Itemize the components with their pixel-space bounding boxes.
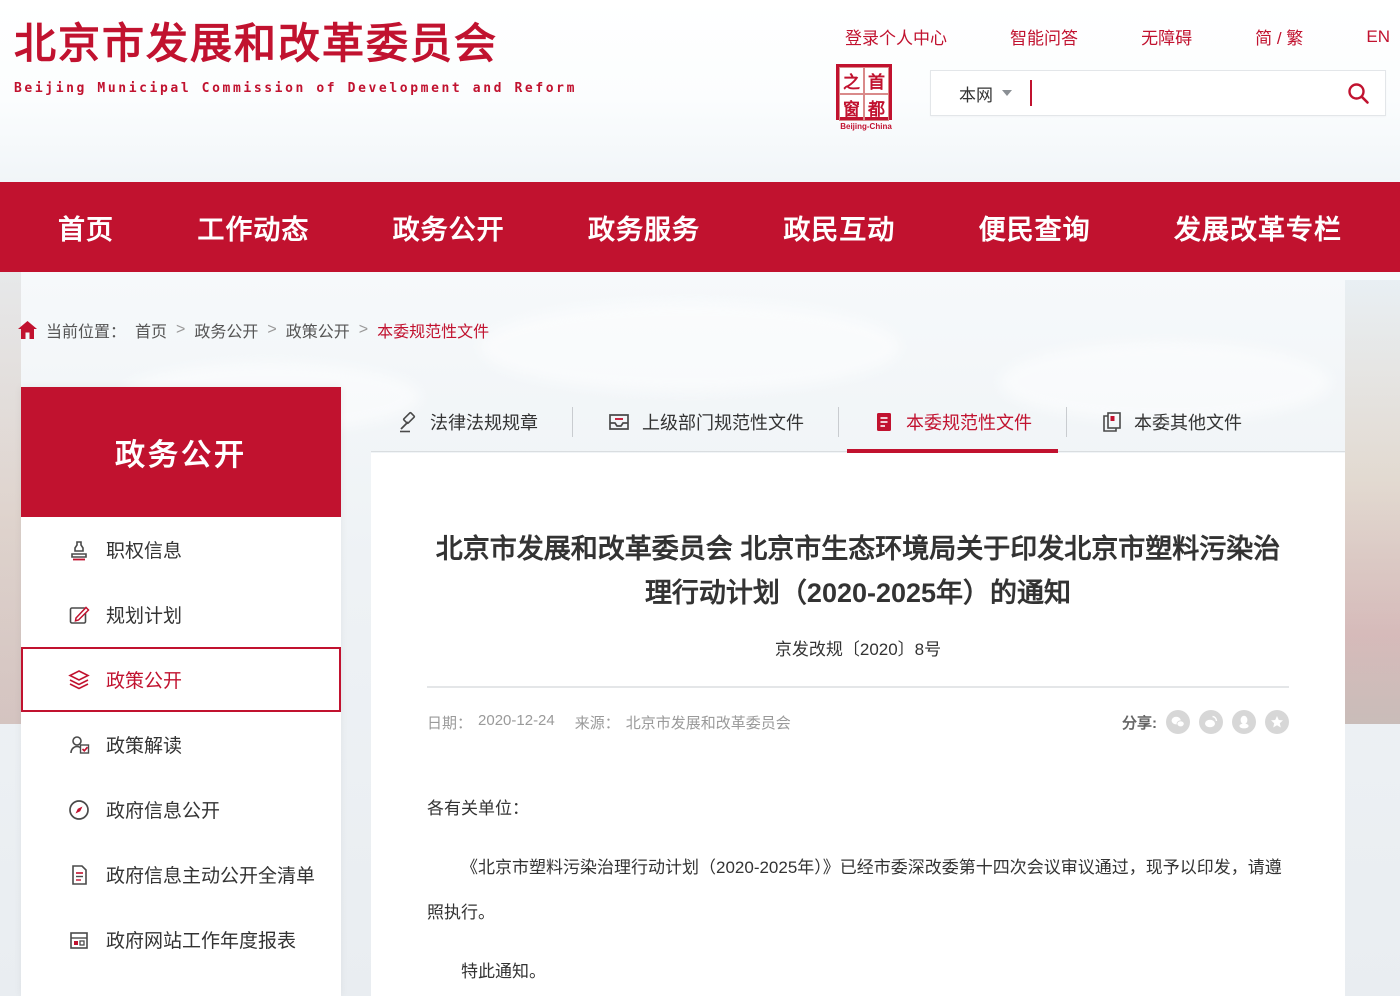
breadcrumb-gov-disclosure[interactable]: 政务公开 — [194, 318, 258, 342]
seal-caption: Beijing-China — [836, 122, 896, 131]
site-title: 北京市发展和改革委员会 — [14, 16, 577, 73]
sidebar-item-plans[interactable]: 规划计划 — [21, 582, 341, 647]
search-input[interactable] — [1032, 71, 1331, 115]
seal-char: 首 — [864, 67, 889, 94]
document-type-tabs: 法律法规规章 上级部门规范性文件 本委规范性文件 — [371, 392, 1345, 452]
source-label: 来源： — [575, 712, 620, 733]
date-label: 日期： — [427, 712, 472, 733]
tab-superior-normative-docs[interactable]: 上级部门规范性文件 — [581, 392, 830, 451]
share-toolbar: 分享: — [1122, 710, 1289, 734]
search-scope-label: 本网 — [959, 81, 993, 106]
sidebar-item-authority-info[interactable]: 职权信息 — [21, 517, 341, 582]
tab-divider — [838, 407, 839, 437]
sidebar-item-proactive-disclosure-list[interactable]: 政府信息主动公开全清单 — [21, 842, 341, 907]
top-links: 登录个人中心 智能问答 无障碍 简 / 繁 EN — [845, 24, 1390, 49]
seal-char: 之 — [839, 67, 864, 94]
article-body: 各有关单位： 《北京市塑料污染治理行动计划（2020-2025年）》已经市委深改… — [427, 786, 1289, 996]
nav-item-gov-disclosure[interactable]: 政务公开 — [393, 208, 505, 247]
breadcrumb: 当前位置： 首页 > 政务公开 > 政策公开 > 本委规范性文件 — [18, 318, 489, 342]
nav-item-public-inquiry[interactable]: 便民查询 — [979, 208, 1091, 247]
tab-commission-normative-docs[interactable]: 本委规范性文件 — [847, 392, 1058, 451]
tab-divider — [572, 407, 573, 437]
article-source: 北京市发展和改革委员会 — [626, 712, 791, 733]
capital-window-seal-logo[interactable]: 之 首 窗 都 Beijing-China — [836, 64, 896, 131]
decision-grid-icon — [67, 993, 91, 996]
interpret-icon — [67, 733, 91, 757]
share-qq-icon[interactable] — [1232, 710, 1256, 734]
accessibility-link[interactable]: 无障碍 — [1141, 24, 1192, 49]
tab-laws-regulations[interactable]: 法律法规规章 — [371, 392, 564, 451]
background-art-right — [1345, 280, 1400, 724]
inbox-doc-icon — [607, 411, 631, 433]
breadcrumb-policy-disclosure[interactable]: 政策公开 — [286, 318, 350, 342]
home-icon — [18, 321, 37, 339]
sidebar-item-policy-disclosure[interactable]: 政策公开 — [21, 647, 341, 712]
stamp-icon — [67, 538, 91, 562]
chevron-down-icon — [1002, 90, 1012, 96]
gavel-icon — [397, 411, 419, 433]
english-link[interactable]: EN — [1366, 27, 1390, 47]
search-icon — [1346, 81, 1370, 105]
article-title: 北京市发展和改革委员会 北京市生态环境局关于印发北京市塑料污染治理行动计划（20… — [427, 527, 1289, 615]
sidebar-item-decision-directory[interactable]: 决策目录 — [21, 972, 341, 996]
breadcrumb-home[interactable]: 首页 — [135, 318, 167, 342]
compass-icon — [67, 798, 91, 822]
share-wechat-icon[interactable] — [1166, 710, 1190, 734]
article-card: 北京市发展和改革委员会 北京市生态环境局关于印发北京市塑料污染治理行动计划（20… — [371, 453, 1345, 996]
sidebar-item-annual-website-report[interactable]: 政府网站工作年度报表 — [21, 907, 341, 972]
doc-red-icon — [873, 411, 895, 433]
docs-copy-icon — [1101, 411, 1123, 433]
nav-item-interaction[interactable]: 政民互动 — [783, 208, 895, 247]
site-header: 北京市发展和改革委员会 Beijing Municipal Commission… — [0, 0, 1400, 182]
breadcrumb-current[interactable]: 本委规范性文件 — [377, 318, 489, 342]
page: 北京市发展和改革委员会 Beijing Municipal Commission… — [0, 0, 1400, 996]
login-link[interactable]: 登录个人中心 — [845, 24, 947, 49]
share-favorite-icon[interactable] — [1265, 710, 1289, 734]
tab-commission-other-docs[interactable]: 本委其他文件 — [1075, 392, 1268, 451]
tab-divider — [1066, 407, 1067, 437]
nav-item-work-news[interactable]: 工作动态 — [197, 208, 309, 247]
paragraph: 《北京市塑料污染治理行动计划（2020-2025年）》已经市委深改委第十四次会议… — [427, 845, 1289, 935]
smart-qa-link[interactable]: 智能问答 — [1010, 24, 1078, 49]
share-weibo-icon[interactable] — [1199, 710, 1223, 734]
simplified-traditional-link[interactable]: 简 / 繁 — [1255, 24, 1303, 49]
salutation: 各有关单位： — [427, 786, 1289, 831]
search-scope-dropdown[interactable]: 本网 — [931, 81, 1030, 106]
report-table-icon — [67, 928, 91, 952]
nav-item-reform-column[interactable]: 发展改革专栏 — [1174, 208, 1342, 247]
list-doc-icon — [67, 863, 91, 887]
sidebar-header: 政务公开 — [21, 387, 341, 517]
share-label: 分享: — [1122, 712, 1157, 733]
sidebar-item-policy-interpretation[interactable]: 政策解读 — [21, 712, 341, 777]
site-subtitle: Beijing Municipal Commission of Developm… — [14, 81, 577, 96]
background-art-left — [0, 200, 21, 724]
document-number: 京发改规〔2020〕8号 — [427, 635, 1289, 660]
article-date: 2020-12-24 — [478, 712, 555, 733]
seal-char: 都 — [864, 94, 889, 121]
paragraph: 特此通知。 — [427, 949, 1289, 994]
search-button[interactable] — [1331, 71, 1385, 115]
layers-icon — [67, 668, 91, 692]
article-meta: 日期： 2020-12-24 来源： 北京市发展和改革委员会 分享: — [427, 710, 1289, 734]
sidebar: 政务公开 职权信息 规划计划 — [21, 387, 341, 996]
nav-item-gov-services[interactable]: 政务服务 — [588, 208, 700, 247]
seal-char: 窗 — [839, 94, 864, 121]
sidebar-title: 政务公开 — [115, 430, 247, 474]
breadcrumb-label: 当前位置： — [46, 318, 126, 342]
divider — [427, 686, 1289, 688]
sidebar-item-gov-info-disclosure[interactable]: 政府信息公开 — [21, 777, 341, 842]
search-bar: 本网 — [930, 70, 1386, 116]
main-nav: 首页 工作动态 政务公开 政务服务 政民互动 便民查询 发展改革专栏 — [0, 182, 1400, 272]
nav-item-home[interactable]: 首页 — [58, 208, 114, 247]
plan-edit-icon — [67, 603, 91, 627]
site-logo[interactable]: 北京市发展和改革委员会 Beijing Municipal Commission… — [14, 16, 577, 96]
